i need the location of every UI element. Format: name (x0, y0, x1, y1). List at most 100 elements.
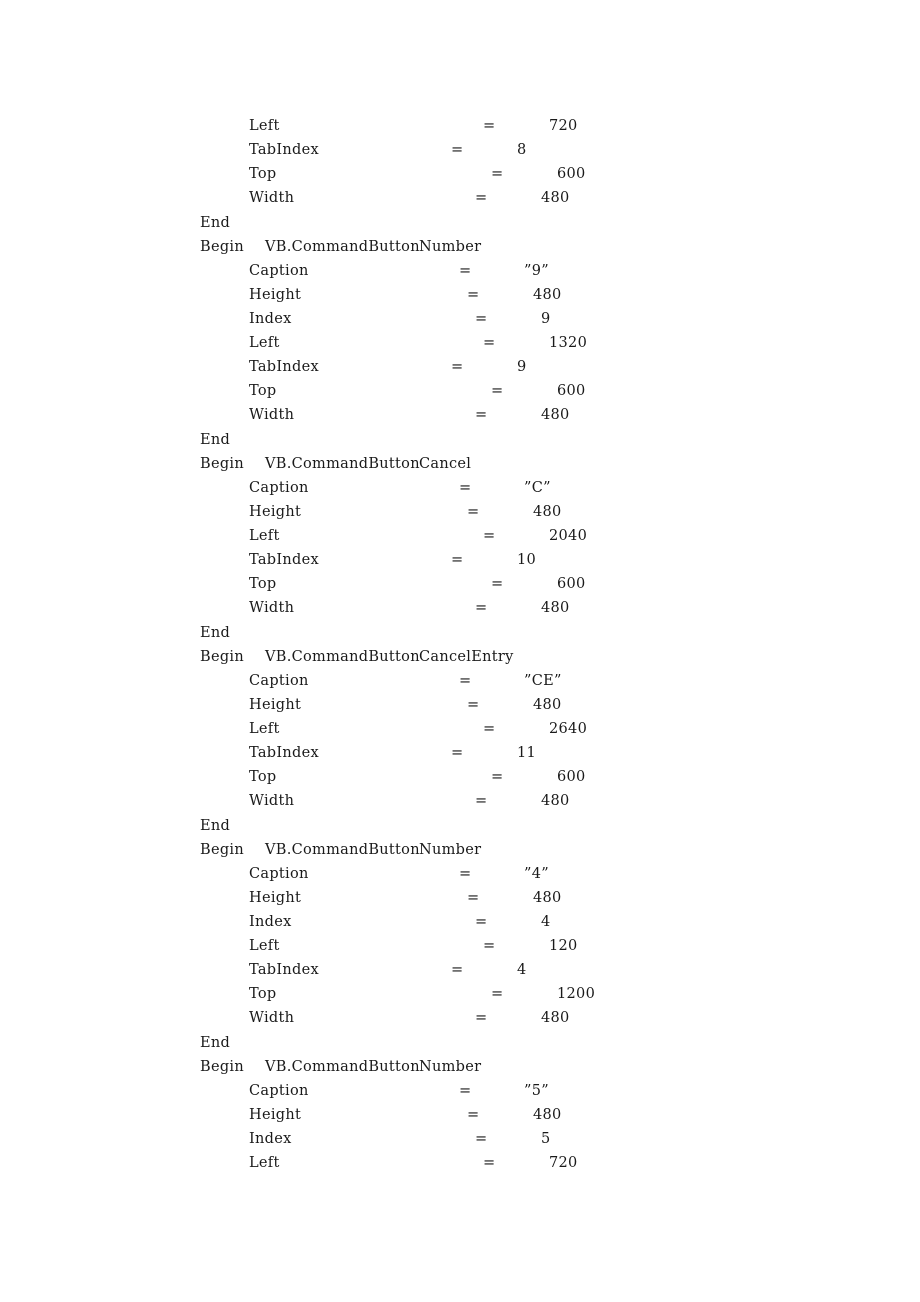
end-keyword: End (200, 431, 231, 448)
property-name: Left (249, 118, 280, 134)
property-value: 600 (557, 383, 586, 400)
equals-sign: = (467, 1106, 480, 1123)
property-name: Left (249, 938, 280, 955)
property-value: 480 (541, 793, 570, 810)
equals-sign: = (459, 262, 472, 279)
control-class: VB.CommandButton (265, 648, 420, 665)
equals-sign: = (475, 190, 488, 207)
property-name: Top (249, 576, 277, 593)
property-name: Height (249, 889, 302, 906)
property-value: 4 (541, 914, 551, 930)
property-name: Index (249, 1131, 292, 1147)
control-name: Number (419, 1058, 482, 1075)
property-value: 720 (549, 118, 578, 134)
equals-sign: = (451, 745, 464, 762)
property-value: 120 (549, 938, 578, 955)
equals-sign: = (483, 118, 496, 134)
control-class: VB.CommandButton (265, 841, 420, 858)
property-value: 2640 (549, 721, 588, 737)
property-value: 480 (533, 889, 562, 906)
property-name: Caption (249, 479, 309, 496)
control-class: VB.CommandButton (265, 1058, 420, 1075)
property-name: Left (249, 721, 280, 737)
equals-sign: = (451, 962, 464, 979)
property-name: TabIndex (249, 552, 319, 569)
equals-sign: = (483, 1155, 496, 1172)
control-name: Cancel (419, 455, 472, 472)
equals-sign: = (475, 914, 488, 930)
property-name: TabIndex (249, 962, 319, 979)
property-value: 720 (549, 1155, 578, 1172)
property-name: Height (249, 503, 302, 520)
property-name: Height (249, 1106, 302, 1123)
property-name: TabIndex (249, 359, 319, 376)
control-name: Number (419, 238, 482, 255)
property-name: TabIndex (249, 745, 319, 762)
property-value: 5 (541, 1131, 551, 1147)
equals-sign: = (451, 359, 464, 376)
equals-sign: = (451, 142, 464, 159)
property-value: 480 (533, 503, 562, 520)
control-class: VB.CommandButton (265, 238, 420, 255)
equals-sign: = (475, 1010, 488, 1027)
equals-sign: = (483, 938, 496, 955)
property-value: 9 (541, 311, 551, 327)
property-name: TabIndex (249, 142, 319, 159)
property-name: Width (249, 407, 295, 424)
begin-keyword: Begin (200, 455, 244, 472)
property-value: 480 (541, 600, 570, 617)
property-name: Height (249, 696, 302, 713)
property-name: Top (249, 986, 277, 1003)
equals-sign: = (475, 311, 488, 327)
property-value: 600 (557, 769, 586, 786)
property-name: Left (249, 528, 280, 544)
property-name: Width (249, 190, 295, 207)
end-keyword: End (200, 214, 231, 231)
equals-sign: = (467, 503, 480, 520)
property-value: 600 (557, 166, 586, 183)
property-value: 1320 (549, 335, 588, 352)
property-value: 11 (517, 745, 537, 762)
equals-sign: = (483, 721, 496, 737)
property-value: ”CE” (524, 672, 562, 689)
property-value: ”9” (524, 262, 549, 279)
equals-sign: = (459, 672, 472, 689)
equals-sign: = (483, 335, 496, 352)
equals-sign: = (491, 383, 504, 400)
equals-sign: = (483, 528, 496, 544)
control-name: Number (419, 841, 482, 858)
property-value: 1200 (557, 986, 596, 1003)
property-name: Top (249, 166, 277, 183)
property-name: Width (249, 793, 295, 810)
property-name: Index (249, 311, 292, 327)
end-keyword: End (200, 817, 231, 834)
property-name: Caption (249, 865, 309, 882)
equals-sign: = (491, 576, 504, 593)
property-name: Top (249, 769, 277, 786)
equals-sign: = (491, 769, 504, 786)
property-value: 480 (541, 1010, 570, 1027)
property-value: 480 (533, 286, 562, 303)
end-keyword: End (200, 624, 231, 641)
property-value: ”4” (524, 865, 549, 882)
equals-sign: = (491, 166, 504, 183)
equals-sign: = (459, 865, 472, 882)
property-value: 4 (517, 962, 527, 979)
property-value: 480 (533, 696, 562, 713)
property-value: 480 (541, 407, 570, 424)
control-class: VB.CommandButton (265, 455, 420, 472)
equals-sign: = (475, 1131, 488, 1147)
property-name: Width (249, 600, 295, 617)
begin-keyword: Begin (200, 238, 244, 255)
control-name: CancelEntry (419, 648, 514, 665)
property-value: 2040 (549, 528, 588, 544)
property-name: Top (249, 383, 277, 400)
property-value: 9 (517, 359, 527, 376)
equals-sign: = (451, 552, 464, 569)
equals-sign: = (467, 696, 480, 713)
equals-sign: = (475, 600, 488, 617)
property-value: ”C” (524, 479, 551, 496)
equals-sign: = (475, 793, 488, 810)
begin-keyword: Begin (200, 841, 244, 858)
property-value: 480 (541, 190, 570, 207)
